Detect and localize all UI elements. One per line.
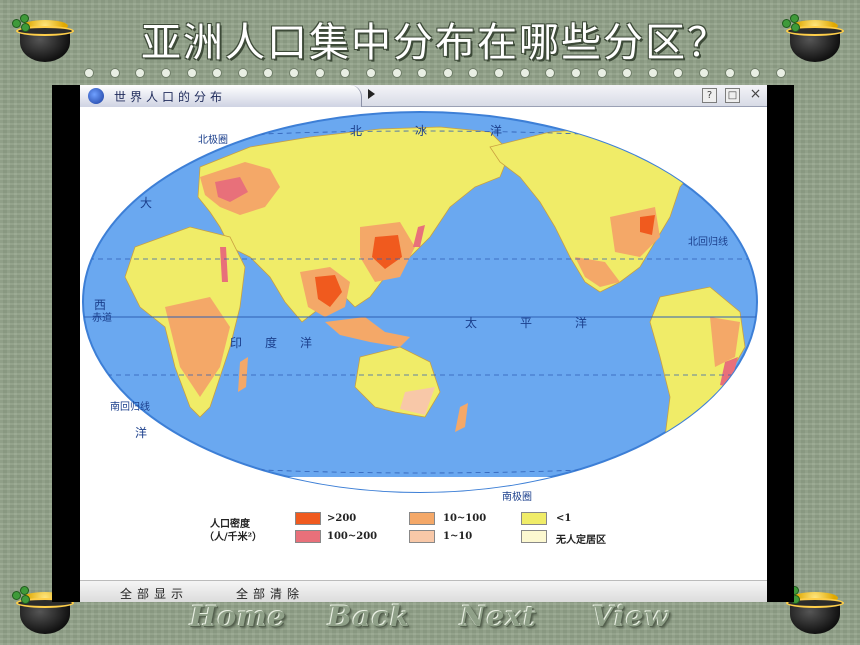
app-logo-icon [88, 88, 104, 104]
ocean-label: 北 [350, 124, 362, 138]
legend-swatch [521, 512, 547, 525]
bottom-toolbar: 全部显示 全部清除 [80, 580, 767, 602]
legend-swatch [409, 530, 435, 543]
close-button[interactable]: × [748, 87, 763, 103]
tropic-of-capricorn-label: 南回归线 [110, 400, 150, 413]
slide-title: 亚洲人口集中分布在哪些分区？ [141, 20, 729, 66]
play-icon[interactable] [368, 89, 375, 99]
legend-label: <1 [556, 513, 572, 524]
legend-unit: （人/千米²） [204, 532, 263, 543]
legend-label: >200 [327, 513, 357, 524]
ocean-label: 度 [265, 335, 277, 350]
greenland-landmass [679, 114, 746, 158]
slide-navigation: Home Back Next View [180, 600, 680, 636]
legend-swatch [409, 512, 435, 525]
pot-of-gold-icon [782, 10, 846, 68]
legend-label: 100~200 [327, 531, 378, 542]
ocean-label: 印 [230, 336, 242, 350]
legend-label: 无人定居区 [556, 535, 606, 546]
title-bar: 世界人口的分布 ? □ × [80, 85, 767, 107]
ocean-label: 冰 [415, 124, 427, 138]
ocean-label: 平 [520, 316, 532, 330]
ocean-label: 洋 [300, 335, 312, 350]
map-svg: 北极圈 北 冰 洋 南回归线 北回归线 赤道 南回归线 南极圈 太 平 洋 印 … [82, 111, 758, 503]
world-population-map: 北极圈 北 冰 洋 南回归线 北回归线 赤道 南回归线 南极圈 太 平 洋 印 … [80, 107, 767, 582]
app-window: 世界人口的分布 ? □ × 北极圈 北 冰 洋 北回归线 赤道 南回归线 南极圈… [80, 85, 767, 602]
embedded-app-window: 世界人口的分布 ? □ × 北极圈 北 冰 洋 北回归线 赤道 南回归线 南极圈… [52, 85, 794, 602]
ocean-label: 洋 [575, 315, 587, 330]
next-button[interactable]: Next [460, 600, 537, 633]
home-button[interactable]: Home [190, 600, 287, 633]
restore-button[interactable]: □ [725, 88, 740, 103]
help-button[interactable]: ? [702, 88, 717, 103]
ocean-label: 太 [465, 315, 477, 330]
ocean-label: 洋 [490, 123, 502, 138]
antarctic-circle-label: 南极圈 [502, 490, 532, 503]
legend-label: 10~100 [443, 513, 487, 524]
view-button[interactable]: View [592, 600, 670, 633]
pot-of-gold-icon [12, 10, 76, 68]
tropic-of-cancer-label: 北回归线 [688, 235, 728, 248]
ocean-label: 洋 [135, 425, 147, 440]
legend-swatch [295, 512, 321, 525]
legend-label: 1~10 [443, 531, 473, 542]
ocean-label: 大 [140, 196, 152, 210]
back-button[interactable]: Back [328, 600, 410, 633]
ocean-label: 西 [94, 298, 106, 312]
window-title: 世界人口的分布 [114, 90, 227, 104]
show-all-button[interactable]: 全部显示 [120, 585, 188, 602]
arctic-circle-label: 北极圈 [198, 133, 228, 146]
title-tab: 世界人口的分布 [80, 85, 362, 107]
equator-label: 赤道 [92, 311, 112, 324]
decorative-divider [85, 67, 785, 79]
legend-swatch [521, 530, 547, 543]
legend-swatch [295, 530, 321, 543]
